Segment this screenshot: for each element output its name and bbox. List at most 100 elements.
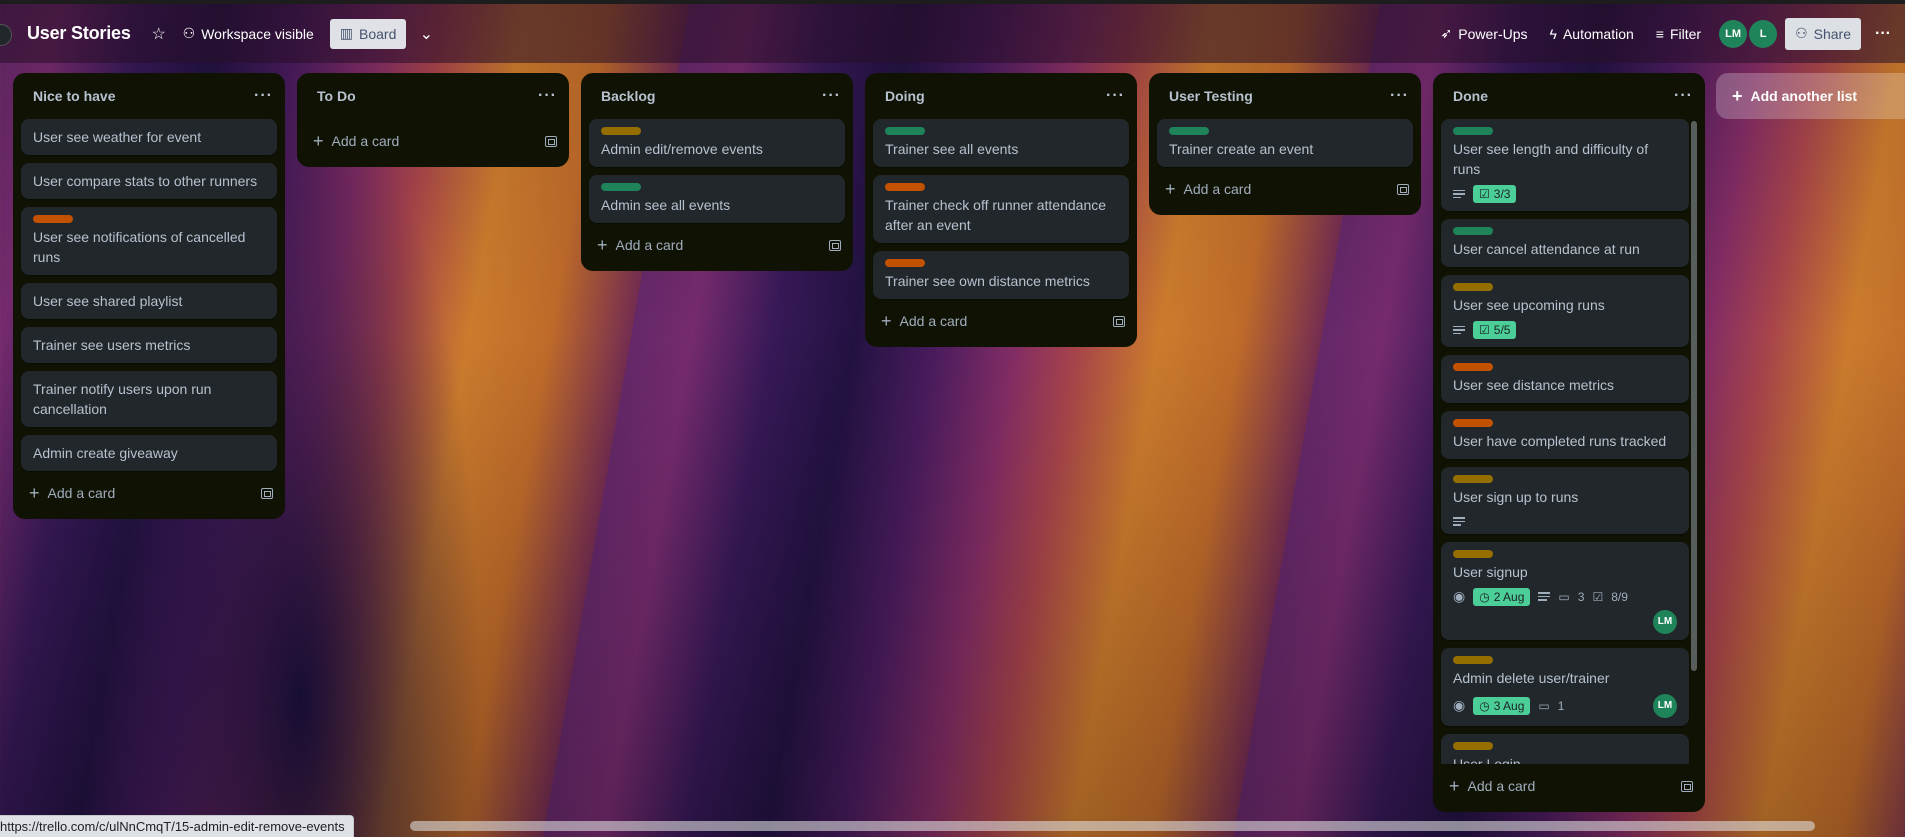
automation-button[interactable]: ϟ Automation [1542, 18, 1642, 50]
due-date-badge[interactable]: ◷ 2 Aug [1473, 587, 1531, 606]
avatar[interactable]: LM [1653, 693, 1677, 718]
card[interactable]: User signup ◉ ◷ 2 Aug ▭ 3 ☑ 8/9 LM [1441, 541, 1689, 640]
create-from-template-icon[interactable] [1681, 780, 1693, 792]
add-card-button[interactable]: + Add a card [597, 236, 683, 254]
card-label[interactable] [1453, 227, 1493, 235]
board-header: User Stories ☆ ⚇ Workspace visible ▥ Boa… [0, 0, 1905, 63]
list-done: Done ··· User see length and difficulty … [1433, 73, 1705, 812]
sidebar-toggle-button[interactable] [0, 24, 12, 46]
card[interactable]: User see upcoming runs ☑ 5/5 [1441, 275, 1689, 347]
card[interactable]: User see distance metrics [1441, 355, 1689, 403]
list-menu-icon[interactable]: ··· [1674, 87, 1693, 105]
card[interactable]: User sign up to runs [1441, 467, 1689, 534]
checklist-badge: ☑ 3/3 [1473, 185, 1517, 203]
add-card-button[interactable]: + Add a card [1165, 180, 1251, 198]
card[interactable]: Trainer see users metrics [21, 327, 277, 363]
list-menu-icon[interactable]: ··· [254, 87, 273, 105]
card[interactable]: Admin edit/remove events [589, 119, 845, 167]
add-card-button[interactable]: + Add a card [29, 484, 115, 502]
card[interactable]: User have completed runs tracked [1441, 411, 1689, 459]
powerups-label: Power-Ups [1458, 25, 1528, 42]
board-icon: ▥ [339, 25, 354, 41]
add-card-button[interactable]: + Add a card [313, 132, 399, 150]
card-label[interactable] [1453, 283, 1493, 291]
card[interactable]: Admin create giveaway [21, 435, 277, 471]
card-label[interactable] [1453, 549, 1493, 558]
card[interactable]: Admin see all events [589, 175, 845, 223]
list-scrollbar[interactable] [1691, 121, 1697, 671]
card-list: Trainer create an event [1149, 119, 1421, 167]
card-title: Admin see all events [601, 197, 731, 213]
avatar[interactable]: LM [1653, 609, 1677, 634]
add-card-button[interactable]: + Add a card [1449, 777, 1535, 795]
plus-icon: + [597, 235, 608, 255]
card-label[interactable] [1453, 655, 1493, 664]
rocket-icon: ➶ [1440, 25, 1453, 41]
board-horizontal-scrollbar[interactable] [410, 821, 1815, 831]
card-label[interactable] [885, 127, 925, 135]
card-label[interactable] [1453, 127, 1493, 135]
due-date-badge[interactable]: ◷ 3 Aug [1473, 696, 1531, 715]
star-icon[interactable]: ☆ [143, 18, 175, 50]
add-card-label: Add a card [899, 313, 968, 329]
list-title[interactable]: Backlog [601, 88, 655, 104]
card[interactable]: User see weather for event [21, 119, 277, 155]
card-label[interactable] [885, 183, 925, 191]
avatar[interactable]: L [1749, 19, 1778, 48]
card[interactable]: User see shared playlist [21, 283, 277, 319]
chevron-down-icon[interactable]: ⌄ [410, 18, 442, 50]
due-date: 2 Aug [1493, 589, 1525, 604]
header-actions: ➶ Power-Ups ϟ Automation ≡ Filter LM L ⚇… [1433, 4, 1905, 63]
more-menu-icon[interactable]: ··· [1867, 18, 1899, 50]
create-from-template-icon[interactable] [545, 135, 557, 147]
list-header: Nice to have ··· [13, 73, 285, 119]
card[interactable]: Trainer see all events [873, 119, 1129, 167]
list-title[interactable]: User Testing [1169, 88, 1253, 104]
filter-label: Filter [1669, 25, 1702, 42]
card[interactable]: User see length and difficulty of runs ☑… [1441, 119, 1689, 211]
card[interactable]: User compare stats to other runners [21, 163, 277, 199]
list-title[interactable]: To Do [317, 88, 356, 104]
board-title[interactable]: User Stories [27, 23, 131, 44]
card-label[interactable] [885, 259, 925, 267]
description-icon [1453, 325, 1465, 335]
add-card-button[interactable]: + Add a card [881, 312, 967, 330]
share-button[interactable]: ⚇ Share [1785, 17, 1861, 50]
card-label[interactable] [1453, 363, 1493, 371]
card[interactable]: Trainer create an event [1157, 119, 1413, 167]
filter-button[interactable]: ≡ Filter [1648, 18, 1709, 50]
create-from-template-icon[interactable] [1397, 183, 1409, 195]
board-view-button[interactable]: ▥ Board [329, 18, 407, 49]
card-label[interactable] [1453, 475, 1493, 483]
powerups-button[interactable]: ➶ Power-Ups [1433, 18, 1536, 50]
list-title[interactable]: Nice to have [33, 88, 115, 104]
add-another-list-button[interactable]: + Add another list [1716, 73, 1905, 119]
list-menu-icon[interactable]: ··· [822, 87, 841, 105]
card[interactable]: Trainer notify users upon run cancellati… [21, 371, 277, 427]
visibility-button[interactable]: ⚇ Workspace visible [175, 18, 322, 50]
card-label[interactable] [601, 127, 641, 135]
comment-count: 3 [1577, 589, 1585, 604]
card[interactable]: Trainer check off runner attendance afte… [873, 175, 1129, 243]
card-label[interactable] [33, 215, 73, 223]
card-label[interactable] [1169, 127, 1209, 135]
card[interactable]: User cancel attendance at run [1441, 219, 1689, 267]
card-title: Trainer check off runner attendance afte… [885, 197, 1107, 233]
list-menu-icon[interactable]: ··· [538, 87, 557, 105]
list-title[interactable]: Doing [885, 88, 925, 104]
card-label[interactable] [1453, 741, 1493, 750]
card[interactable]: Admin delete user/trainer ◉ ◷ 3 Aug ▭ 1 … [1441, 647, 1689, 726]
list-title[interactable]: Done [1453, 88, 1488, 104]
card[interactable]: User see notifications of cancelled runs [21, 207, 277, 275]
list-menu-icon[interactable]: ··· [1390, 87, 1409, 105]
card[interactable]: Trainer see own distance metrics [873, 251, 1129, 299]
create-from-template-icon[interactable] [1113, 315, 1125, 327]
create-from-template-icon[interactable] [261, 487, 273, 499]
avatar[interactable]: LM [1719, 19, 1748, 48]
create-from-template-icon[interactable] [829, 239, 841, 251]
card-label[interactable] [601, 183, 641, 191]
add-card-label: Add a card [1183, 181, 1252, 197]
card[interactable]: User Login [1441, 733, 1689, 764]
list-menu-icon[interactable]: ··· [1106, 87, 1125, 105]
card-label[interactable] [1453, 419, 1493, 427]
